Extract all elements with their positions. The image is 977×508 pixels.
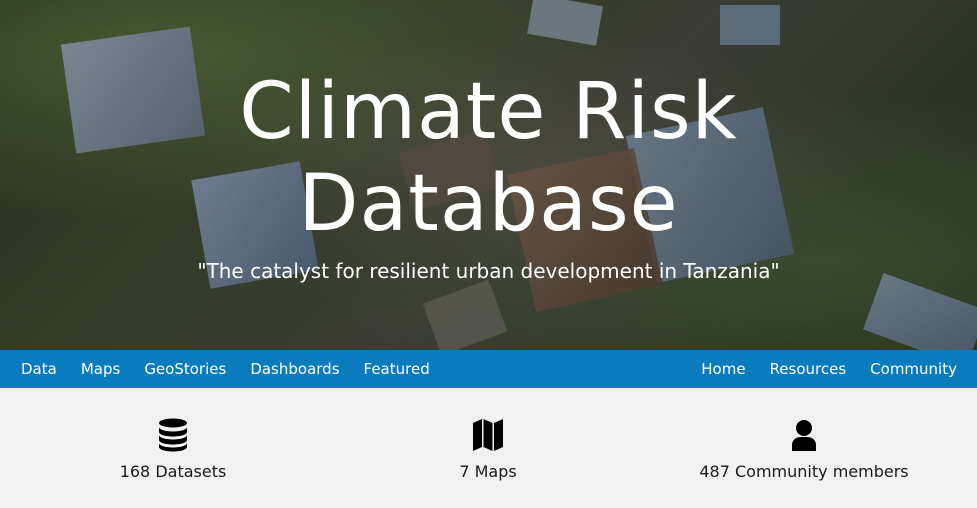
stat-datasets[interactable]: 168 Datasets	[43, 418, 303, 481]
hero-tagline: "The catalyst for resilient urban develo…	[197, 259, 780, 283]
stat-community-label: 487 Community members	[699, 462, 909, 481]
stat-community[interactable]: 487 Community members	[674, 418, 934, 481]
nav-item-dashboards[interactable]: Dashboards	[250, 360, 339, 378]
hero-title: Climate Risk Database	[0, 66, 977, 250]
hero-banner: Climate Risk Database "The catalyst for …	[0, 0, 977, 350]
user-icon	[792, 420, 816, 451]
map-icon	[473, 419, 503, 451]
stat-maps-label: 7 Maps	[459, 462, 517, 481]
nav-item-resources[interactable]: Resources	[770, 360, 847, 378]
nav-right-group: Home Resources Community	[677, 360, 977, 378]
nav-item-community[interactable]: Community	[870, 360, 957, 378]
stat-datasets-label: 168 Datasets	[119, 462, 227, 481]
stats-section: 168 Datasets 7 Maps 487 Community member…	[0, 388, 977, 508]
stat-maps[interactable]: 7 Maps	[358, 418, 618, 481]
nav-item-maps[interactable]: Maps	[81, 360, 120, 378]
nav-item-home[interactable]: Home	[701, 360, 745, 378]
main-navbar: Data Maps GeoStories Dashboards Featured…	[0, 350, 977, 388]
nav-item-geostories[interactable]: GeoStories	[144, 360, 226, 378]
nav-item-featured[interactable]: Featured	[364, 360, 430, 378]
database-icon	[159, 418, 187, 452]
hero-title-line1: Climate Risk	[239, 67, 738, 157]
nav-left-group: Data Maps GeoStories Dashboards Featured	[0, 360, 454, 378]
hero-title-line2: Database	[298, 159, 679, 249]
nav-item-data[interactable]: Data	[21, 360, 57, 378]
